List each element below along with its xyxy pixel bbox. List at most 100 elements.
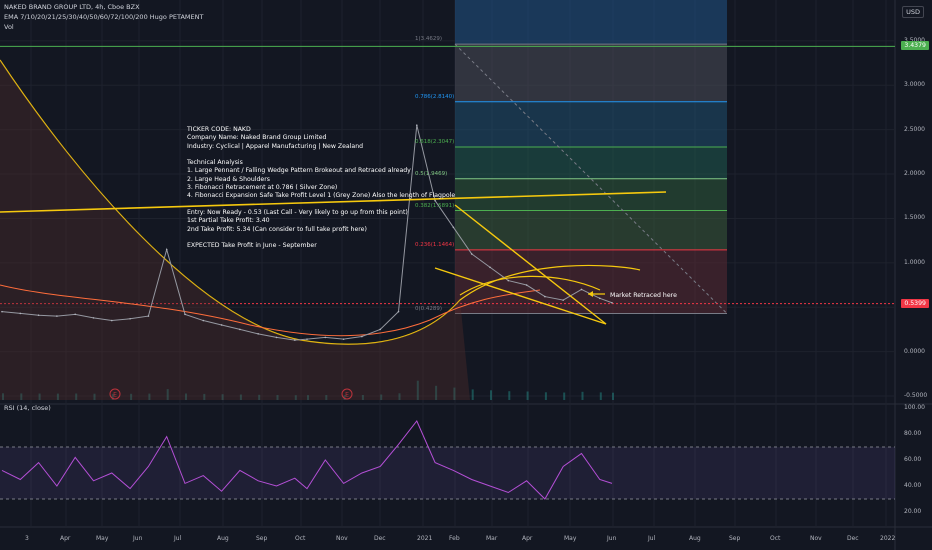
volume-bar bbox=[612, 392, 614, 400]
price-point bbox=[379, 328, 382, 331]
rsi-y-tick-label: 100.00 bbox=[904, 404, 925, 411]
price-point bbox=[184, 313, 186, 316]
y-tick-label: 0.0000 bbox=[904, 347, 925, 355]
market-note: Market Retraced here bbox=[610, 292, 677, 299]
rsi-y-tick-label: 80.00 bbox=[904, 430, 922, 437]
price-point bbox=[507, 279, 510, 282]
price-point bbox=[611, 301, 613, 304]
fib-level-label: 0.236(1.1464) bbox=[415, 241, 455, 248]
x-tick-label: Apr bbox=[60, 535, 71, 542]
fib-level-label: 0.618(2.3047) bbox=[415, 138, 455, 145]
price-point bbox=[37, 314, 40, 317]
price-chart[interactable]: EE bbox=[0, 0, 932, 550]
annotation-line: 2nd Take Profit: 5.34 (Can consider to f… bbox=[187, 225, 367, 233]
y-tick-label: 2.0000 bbox=[904, 170, 925, 178]
price-point bbox=[1, 310, 3, 313]
fib-level-label: 0.382(1.5891) bbox=[415, 202, 455, 209]
y-tick-label: -0.5000 bbox=[904, 392, 928, 399]
price-point bbox=[147, 315, 150, 317]
x-tick-label: Jun bbox=[607, 535, 617, 542]
price-point bbox=[489, 266, 491, 269]
x-tick-label: May bbox=[564, 535, 577, 542]
annotation-line: TICKER CODE: NAKD bbox=[187, 126, 251, 133]
price-point bbox=[397, 310, 400, 313]
volume-bar bbox=[526, 391, 529, 400]
x-tick-label: Apr bbox=[522, 535, 533, 542]
chart-title: NAKED BRAND GROUP LTD, 4h, Cboe BZX bbox=[4, 3, 140, 11]
fib-top-zone bbox=[455, 0, 727, 45]
x-tick-label: Feb bbox=[449, 535, 460, 542]
x-tick-label: Oct bbox=[770, 535, 781, 542]
volume-bar bbox=[490, 390, 492, 400]
price-point bbox=[74, 313, 76, 316]
annotation-line: 4. Fibonacci Expansion Safe Take Profit … bbox=[187, 192, 456, 200]
annotation-line: Technical Analysis bbox=[187, 159, 243, 167]
price-point bbox=[361, 335, 363, 338]
fib-zone bbox=[455, 210, 727, 250]
currency-button[interactable]: USD bbox=[902, 6, 924, 18]
rsi-panel bbox=[0, 420, 895, 500]
x-tick-label: Jun bbox=[133, 535, 143, 542]
price-point bbox=[342, 338, 345, 340]
rsi-band bbox=[0, 447, 895, 499]
price-point bbox=[470, 253, 473, 255]
indicator-label[interactable]: EMA 7/10/20/21/25/30/40/50/60/72/100/200… bbox=[4, 12, 203, 22]
volume-bar bbox=[563, 392, 566, 400]
rsi-y-tick-label: 60.00 bbox=[904, 456, 922, 463]
x-tick-label: 2021 bbox=[417, 535, 433, 542]
volume-bar bbox=[471, 389, 474, 400]
x-tick-label: Dec bbox=[374, 535, 386, 542]
price-point bbox=[56, 315, 58, 317]
price-point bbox=[306, 338, 308, 340]
price-point bbox=[275, 336, 278, 339]
y-tick-label: 1.5000 bbox=[904, 214, 925, 222]
annotation-line: 1st Partial Take Profit: 3.40 bbox=[187, 217, 270, 225]
x-tick-label: Nov bbox=[810, 535, 822, 542]
fib-level-label: 0(0.4289) bbox=[415, 305, 443, 312]
x-tick-label: Oct bbox=[295, 535, 306, 542]
rsi-y-tick-label: 20.00 bbox=[904, 508, 922, 515]
x-tick-label: Aug bbox=[217, 535, 229, 542]
rsi-label[interactable]: RSI (14, close) bbox=[4, 403, 51, 413]
rsi-y-tick-label: 40.00 bbox=[904, 482, 922, 489]
price-point bbox=[525, 284, 528, 286]
price-point bbox=[544, 295, 546, 298]
price-tag: 0.5399 bbox=[901, 298, 929, 308]
price-point bbox=[220, 324, 223, 326]
volume-bar bbox=[599, 392, 602, 400]
price-point bbox=[257, 333, 260, 335]
x-tick-label: Mar bbox=[486, 535, 498, 542]
x-tick-label: Jul bbox=[648, 535, 656, 542]
price-point bbox=[294, 339, 296, 341]
annotation-line: 2. Large Head & Shoulders bbox=[187, 175, 270, 183]
price-point bbox=[202, 319, 205, 322]
annotation-line bbox=[187, 151, 455, 159]
price-point bbox=[239, 328, 241, 331]
x-tick-label: Sep bbox=[729, 535, 741, 542]
price-point bbox=[129, 317, 131, 320]
fib-level-label: 0.5(1.9469) bbox=[415, 170, 448, 177]
x-tick-label: Sep bbox=[256, 535, 268, 542]
fib-zone bbox=[455, 101, 727, 147]
fib-level-label: 1(3.4629) bbox=[415, 36, 443, 43]
x-tick-label: Jul bbox=[174, 535, 182, 542]
volume-bar bbox=[581, 391, 584, 400]
y-tick-label: 2.5000 bbox=[904, 125, 925, 133]
x-tick-label: Aug bbox=[689, 535, 701, 542]
volume-bar bbox=[508, 391, 511, 400]
x-tick-label: 2022 bbox=[880, 535, 896, 542]
price-point bbox=[165, 248, 168, 251]
x-tick-label: Nov bbox=[336, 535, 348, 542]
price-tag: 3.4379 bbox=[901, 41, 929, 51]
fib-zone bbox=[455, 146, 727, 179]
annotation-line: 3. Fibonacci Retracement at 0.786 ( Silv… bbox=[187, 184, 338, 192]
y-tick-label: 1.0000 bbox=[904, 258, 925, 266]
chart-stage[interactable]: EE NAKED BRAND GROUP LTD, 4h, Cboe BZX E… bbox=[0, 0, 932, 550]
x-tick-label: Dec bbox=[847, 535, 859, 542]
price-point bbox=[599, 297, 601, 300]
fib-zone bbox=[455, 249, 727, 314]
price-point bbox=[111, 319, 113, 322]
volume-label[interactable]: Vol bbox=[4, 22, 14, 32]
price-point bbox=[92, 317, 95, 319]
y-tick-label: 3.0000 bbox=[904, 81, 925, 89]
